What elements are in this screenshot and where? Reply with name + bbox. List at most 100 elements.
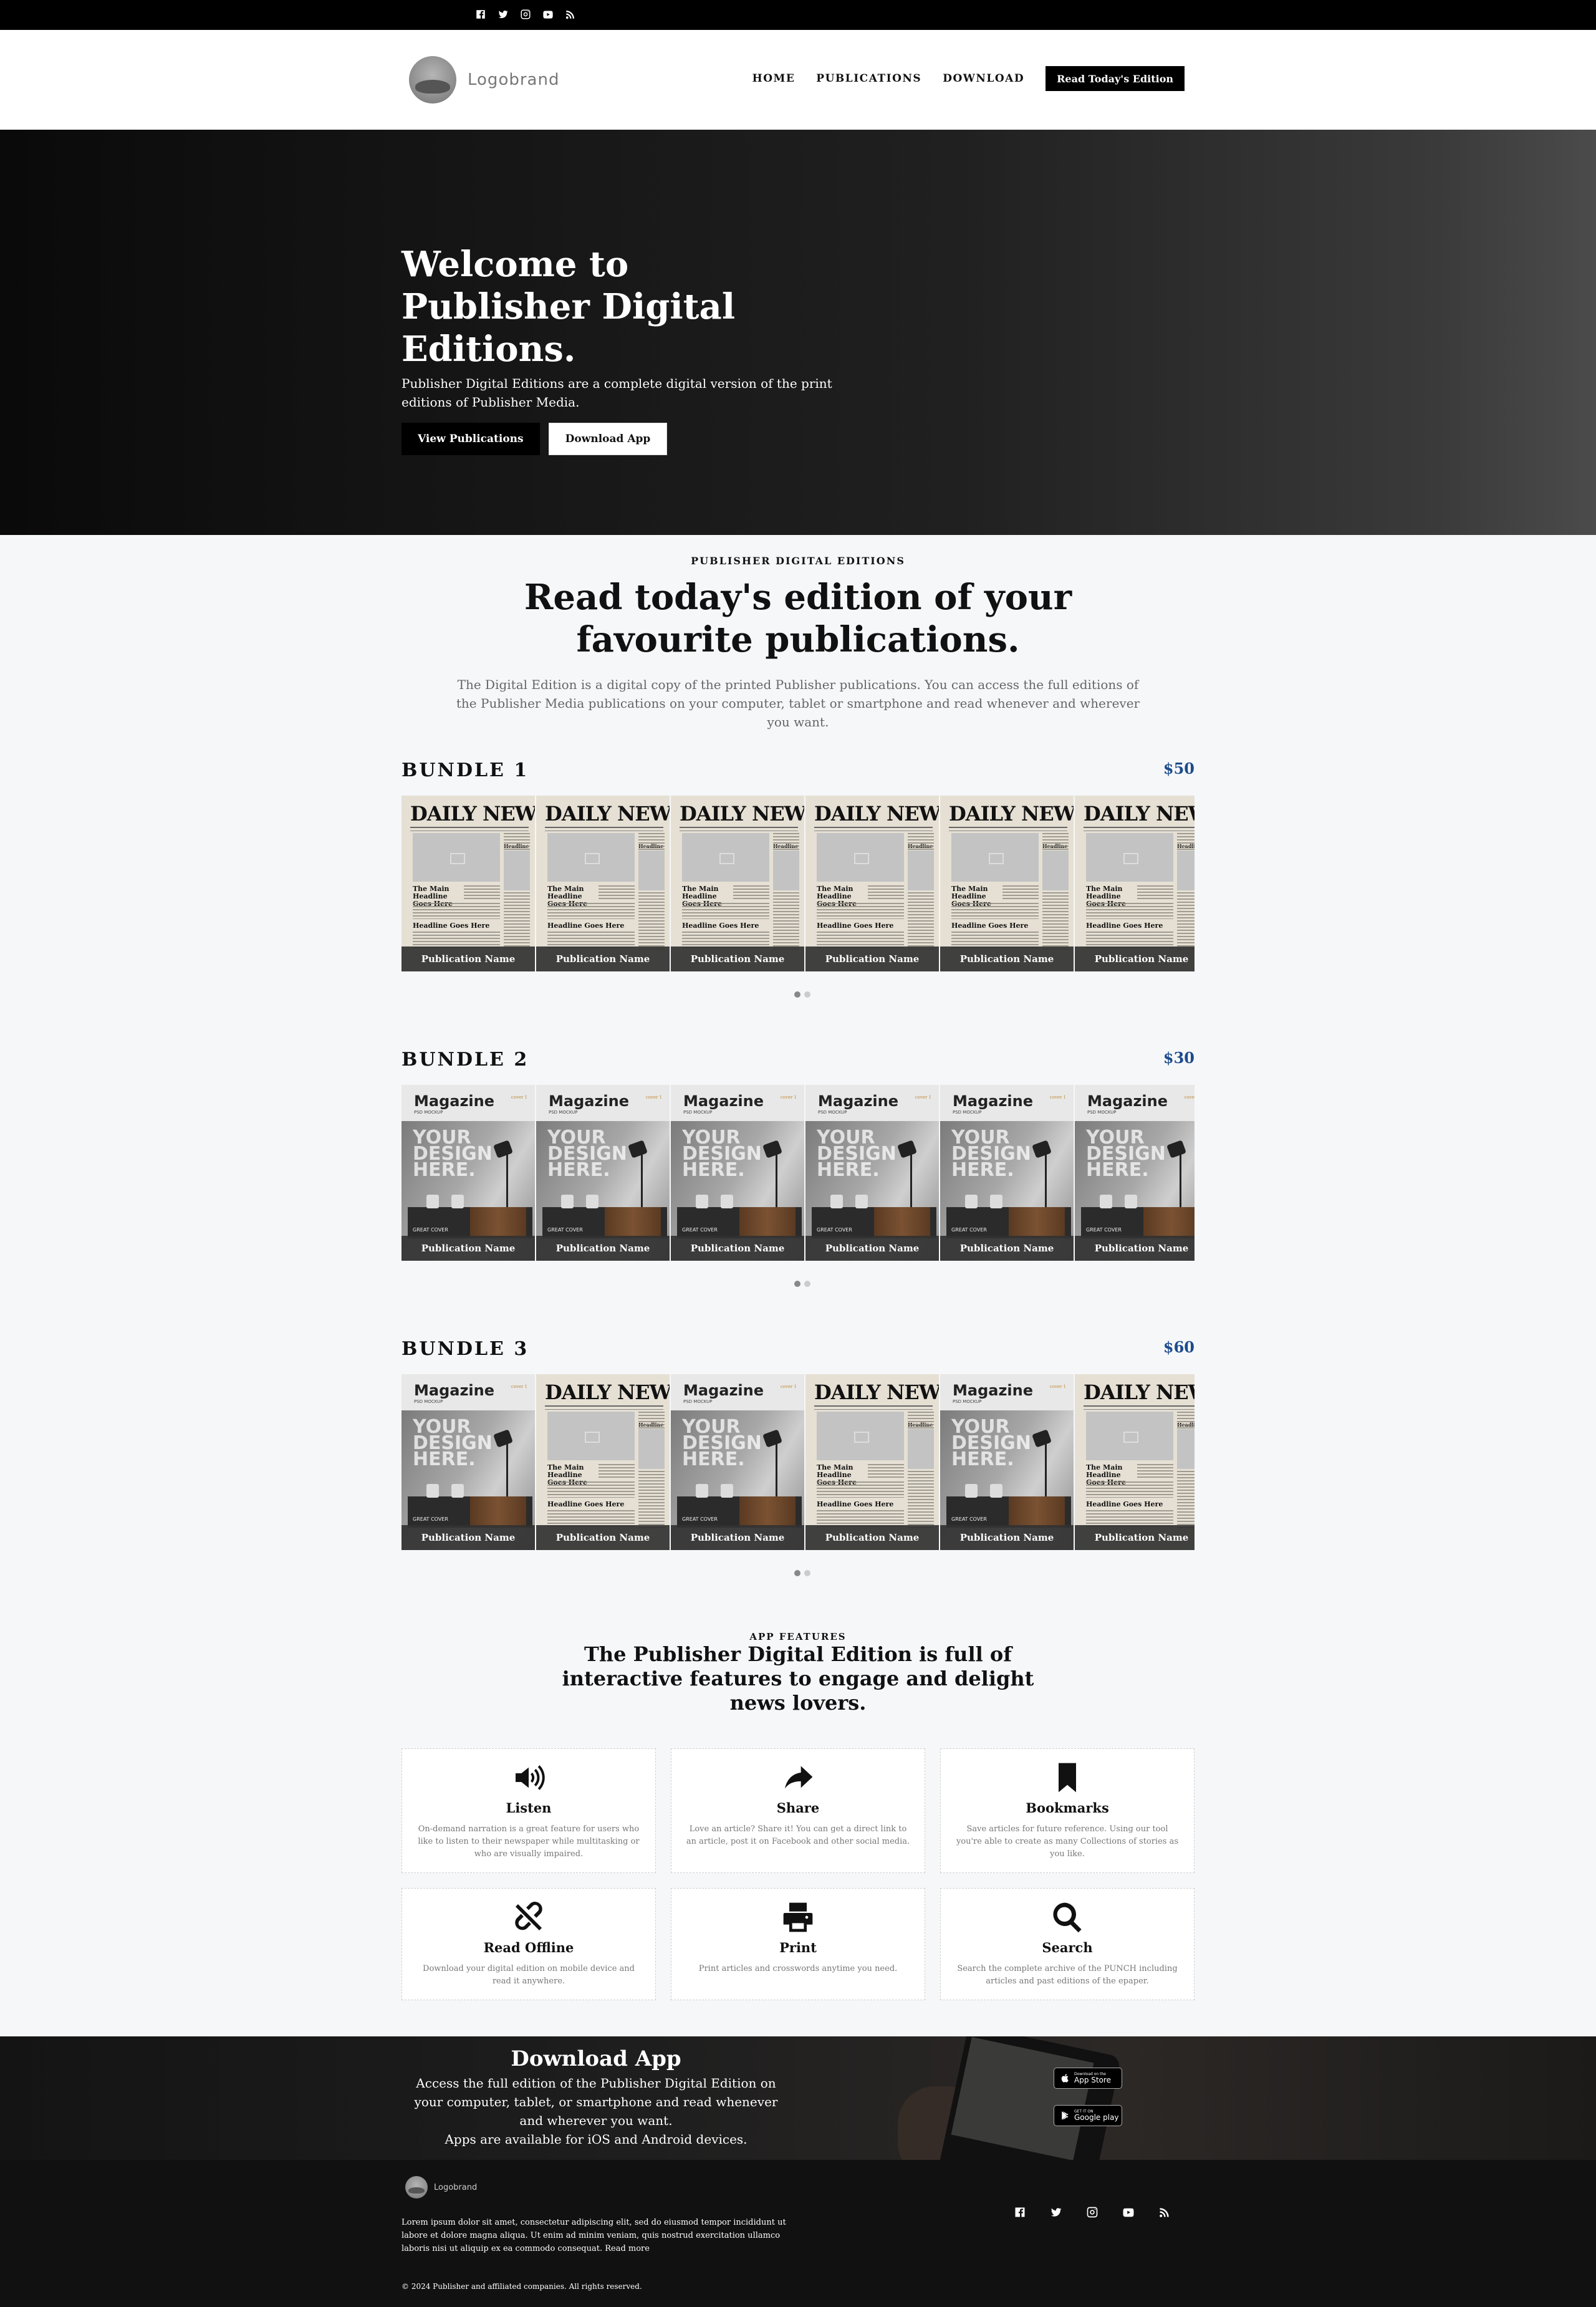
- youtube-icon[interactable]: [1122, 2206, 1135, 2221]
- download-app-button[interactable]: Download App: [548, 423, 668, 455]
- rss-icon[interactable]: [1158, 2206, 1171, 2221]
- publication-card[interactable]: DAILY NEWS Headline Here The Main Headli…: [536, 796, 670, 971]
- feature-listen: Listen On-demand narration is a great fe…: [401, 1748, 656, 1873]
- bundle-carousel[interactable]: DAILY NEWS Headline Here The Main Headli…: [401, 796, 1195, 971]
- side-image-placeholder: [1042, 850, 1069, 890]
- masthead-rule: [814, 1405, 933, 1407]
- speaker: [990, 1484, 1002, 1498]
- image-placeholder: [1086, 1412, 1173, 1460]
- download-app-section: Download App Access the full edition of …: [0, 2036, 1596, 2160]
- publication-card[interactable]: Magazine PSD MOCKUP cover 1 YOUR DESIGN …: [805, 1085, 939, 1261]
- nav-publications[interactable]: PUBLICATIONS: [816, 72, 921, 85]
- publication-card[interactable]: DAILY NEWS Headline Here The Main Headli…: [401, 796, 535, 971]
- masthead-rule: [949, 827, 1067, 828]
- nav-home[interactable]: HOME: [752, 72, 796, 85]
- newspaper-masthead: DAILY NEWS: [949, 802, 1074, 826]
- carousel-dot-active[interactable]: [794, 991, 800, 998]
- facebook-icon[interactable]: [474, 7, 488, 21]
- sub-headline: Headline Goes Here: [817, 922, 894, 930]
- publication-card[interactable]: Magazine PSD MOCKUP cover 1 YOUR DESIGN …: [401, 1374, 535, 1550]
- magazine-title: Magazine: [953, 1092, 1034, 1110]
- hero-section: Welcome to Publisher Digital Editions. P…: [0, 130, 1596, 535]
- publication-card[interactable]: Magazine PSD MOCKUP cover 1 YOUR DESIGN …: [940, 1374, 1074, 1550]
- lamp-stand: [1045, 1442, 1047, 1496]
- feature-title: Print: [779, 1940, 817, 1955]
- share-icon: [779, 1760, 817, 1795]
- newspaper-masthead: DAILY NEWS: [545, 1380, 670, 1404]
- magazine-cover-headline: YOUR DESIGN HERE.: [547, 1127, 627, 1181]
- publication-card[interactable]: Magazine PSD MOCKUP cover 1 YOUR DESIGN …: [536, 1085, 670, 1261]
- facebook-icon[interactable]: [1014, 2206, 1026, 2221]
- app-store-badge[interactable]: Download on the App Store: [1054, 2068, 1122, 2089]
- carousel-dot-active[interactable]: [794, 1570, 800, 1576]
- lamp-stand: [910, 1152, 912, 1207]
- footer-logo[interactable]: Logobrand: [405, 2176, 477, 2199]
- lamp-stand: [506, 1152, 508, 1207]
- body-text: [1086, 1481, 1173, 1498]
- carousel-dot[interactable]: [804, 991, 810, 998]
- publication-card[interactable]: DAILY NEWS Headline Here The Main Headli…: [1075, 796, 1195, 971]
- speaker: [721, 1195, 733, 1208]
- site-header: Logobrand HOME PUBLICATIONS DOWNLOAD Rea…: [0, 30, 1596, 130]
- twitter-icon[interactable]: [1050, 2206, 1062, 2221]
- magazine-subtitle: PSD MOCKUP: [1087, 1110, 1117, 1115]
- publication-card[interactable]: DAILY NEWS Headline Here The Main Headli…: [671, 796, 804, 971]
- feature-title: Bookmarks: [1026, 1800, 1109, 1816]
- publication-card[interactable]: DAILY NEWS Headline Here The Main Headli…: [536, 1374, 670, 1550]
- carousel-dot-active[interactable]: [794, 1281, 800, 1287]
- side-image-placeholder: [1177, 850, 1195, 890]
- speaker: [1100, 1195, 1112, 1208]
- twitter-icon[interactable]: [496, 7, 510, 21]
- instagram-icon[interactable]: [1086, 2206, 1098, 2221]
- instagram-icon[interactable]: [519, 7, 532, 21]
- image-placeholder: [817, 833, 904, 882]
- publication-card[interactable]: DAILY NEWS Headline Here The Main Headli…: [805, 1374, 939, 1550]
- feature-read-offline: Read Offline Download your digital editi…: [401, 1888, 656, 2000]
- speaker: [426, 1195, 439, 1208]
- publication-card[interactable]: Magazine PSD MOCKUP cover 1 YOUR DESIGN …: [401, 1085, 535, 1261]
- footer-logo-text: Logobrand: [434, 2182, 478, 2192]
- magazine-cover-headline: YOUR DESIGN HERE.: [682, 1127, 762, 1181]
- features-title: The Publisher Digital Edition is full of…: [562, 1642, 1034, 1715]
- magazine-subtitle: PSD MOCKUP: [414, 1110, 443, 1115]
- magazine-badge: cover 1: [1049, 1095, 1066, 1100]
- rss-icon[interactable]: [564, 7, 577, 21]
- masthead-rule: [545, 1405, 663, 1407]
- top-social-icons: [474, 7, 577, 21]
- magazine-subtitle: PSD MOCKUP: [953, 1399, 982, 1404]
- side-image-placeholder: [1177, 1429, 1195, 1469]
- nav-download[interactable]: DOWNLOAD: [943, 72, 1024, 85]
- side-image-placeholder: [638, 1429, 665, 1469]
- bundle-carousel[interactable]: Magazine PSD MOCKUP cover 1 YOUR DESIGN …: [401, 1374, 1195, 1550]
- image-placeholder: [547, 1412, 635, 1460]
- logo[interactable]: Logobrand: [409, 56, 559, 104]
- view-publications-button[interactable]: View Publications: [401, 423, 540, 455]
- cover-caption: GREAT COVER: [413, 1516, 448, 1522]
- publication-card[interactable]: Magazine PSD MOCKUP cover 1 YOUR DESIGN …: [671, 1374, 804, 1550]
- youtube-icon[interactable]: [541, 7, 555, 21]
- cover-caption: GREAT COVER: [547, 1227, 583, 1233]
- publication-card[interactable]: DAILY NEWS Headline Here The Main Headli…: [805, 796, 939, 971]
- body-text: [1086, 903, 1173, 919]
- newspaper-masthead: DAILY NEWS: [1084, 1380, 1195, 1404]
- sub-headline: Headline Goes Here: [547, 922, 625, 930]
- masthead-rule-thin: [545, 1409, 663, 1410]
- publication-card[interactable]: Magazine PSD MOCKUP cover 1 YOUR DESIGN …: [1075, 1085, 1195, 1261]
- newspaper-masthead: DAILY NEWS: [410, 802, 535, 826]
- carousel-dot[interactable]: [804, 1281, 810, 1287]
- publication-card[interactable]: Magazine PSD MOCKUP cover 1 YOUR DESIGN …: [940, 1085, 1074, 1261]
- search-icon: [1049, 1900, 1086, 1935]
- publication-card[interactable]: Magazine PSD MOCKUP cover 1 YOUR DESIGN …: [671, 1085, 804, 1261]
- bookmark-icon: [1049, 1760, 1086, 1795]
- bundle-carousel[interactable]: Magazine PSD MOCKUP cover 1 YOUR DESIGN …: [401, 1085, 1195, 1261]
- publication-card[interactable]: DAILY NEWS Headline Here The Main Headli…: [1075, 1374, 1195, 1550]
- download-title: Download App: [511, 2046, 681, 2071]
- publication-card[interactable]: DAILY NEWS Headline Here The Main Headli…: [940, 796, 1074, 971]
- publication-name: Publication Name: [671, 1525, 804, 1550]
- magazine-badge: cover 1: [780, 1095, 797, 1100]
- google-play-badge[interactable]: GET IT ON Google play: [1054, 2105, 1122, 2126]
- carousel-dot[interactable]: [804, 1570, 810, 1576]
- read-todays-edition-button[interactable]: Read Today's Edition: [1046, 66, 1185, 91]
- feature-title: Search: [1042, 1940, 1093, 1955]
- publication-name: Publication Name: [1075, 946, 1195, 971]
